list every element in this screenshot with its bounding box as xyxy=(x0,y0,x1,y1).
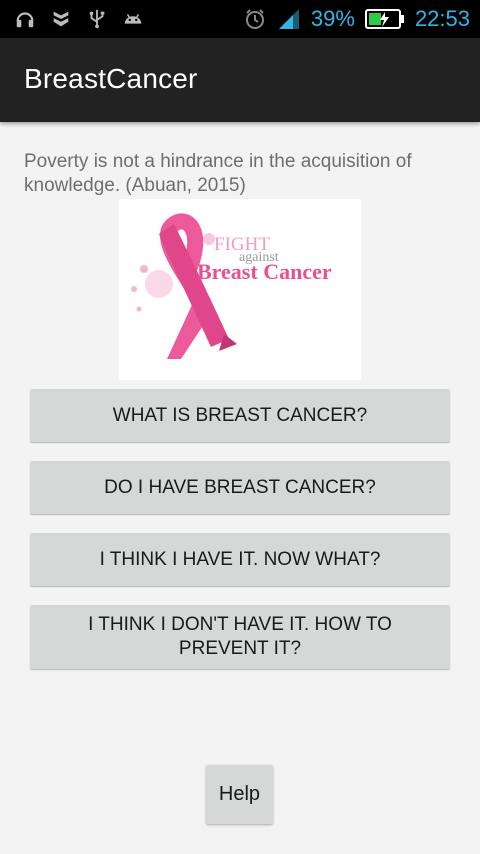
signal-icon xyxy=(278,9,299,29)
usb-icon xyxy=(89,9,105,29)
quote-text: Poverty is not a hindrance in the acquis… xyxy=(24,151,412,196)
android-debug-icon xyxy=(124,14,142,24)
notification-shield-icon xyxy=(53,11,69,27)
how-to-prevent-it-button[interactable]: I THINK I DON'T HAVE IT. HOW TO PREVENT … xyxy=(30,605,450,669)
clock: 22:53 xyxy=(414,6,470,31)
app-title: BreastCancer xyxy=(24,63,198,94)
battery-icon xyxy=(364,9,404,29)
alarm-icon xyxy=(245,9,264,29)
pink-ribbon-image: FIGHT against Breast Cancer xyxy=(131,213,332,359)
battery-percent: 39% xyxy=(310,6,355,31)
banner-breast-cancer-text: Breast Cancer xyxy=(197,259,332,284)
i-think-i-have-it-button[interactable]: I THINK I HAVE IT. NOW WHAT? xyxy=(30,533,450,586)
fight-breast-cancer-banner: FIGHT against Breast Cancer xyxy=(119,199,361,380)
do-i-have-breast-cancer-button[interactable]: DO I HAVE BREAST CANCER? xyxy=(30,461,450,514)
action-bar: BreastCancer xyxy=(0,38,480,122)
headphones-icon xyxy=(16,12,34,28)
status-bar: 39% 22:53 xyxy=(0,0,480,38)
help-button[interactable]: Help xyxy=(206,765,273,824)
system-status: 39% 22:53 xyxy=(243,4,470,34)
what-is-breast-cancer-button[interactable]: WHAT IS BREAST CANCER? xyxy=(30,389,450,442)
notification-icons xyxy=(14,8,144,30)
